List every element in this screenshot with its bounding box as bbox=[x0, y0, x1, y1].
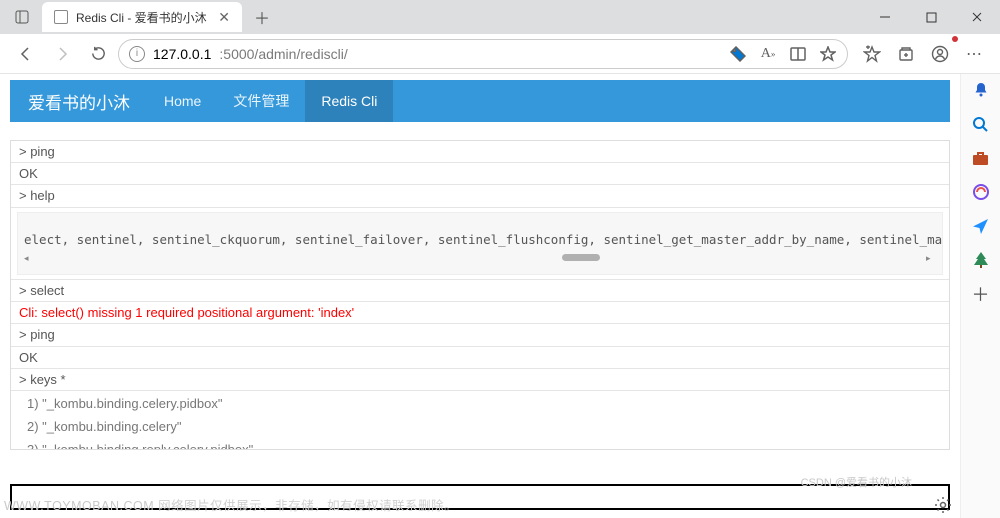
browser-tab[interactable]: Redis Cli - 爱看书的小沐 ✕ bbox=[42, 2, 242, 32]
url-path: :5000/admin/rediscli/ bbox=[219, 46, 347, 62]
hscroll-left-icon[interactable]: ◂ bbox=[24, 254, 34, 262]
sidebar-send-icon[interactable] bbox=[971, 216, 991, 236]
page-viewport: 爱看书的小沐 Home 文件管理 Redis Cli > ping OK > h… bbox=[0, 74, 960, 518]
forward-button[interactable] bbox=[46, 38, 78, 70]
nav-item-home[interactable]: Home bbox=[148, 80, 217, 122]
menu-button[interactable]: ⋯ bbox=[958, 38, 990, 70]
watermark: WWW.TOYMOBAN.COM 网络图片仅供展示，非存储，如有侵权请联系删除。 bbox=[4, 495, 457, 514]
tab-strip: Redis Cli - 爱看书的小沐 ✕ ＋ bbox=[0, 0, 276, 34]
term-line: OK bbox=[11, 162, 949, 184]
watermark-host: WWW.TOYMOBAN.COM bbox=[4, 499, 154, 513]
hscroll-right-icon[interactable]: ▸ bbox=[926, 254, 936, 262]
edge-sidebar: ＋ bbox=[960, 74, 1000, 518]
read-aloud-icon[interactable]: A» bbox=[759, 45, 777, 63]
refresh-button[interactable] bbox=[82, 38, 114, 70]
settings-gear-icon[interactable] bbox=[934, 496, 952, 514]
help-text: elect, sentinel, sentinel_ckquorum, sent… bbox=[24, 231, 936, 249]
minimize-button[interactable] bbox=[862, 0, 908, 34]
reader-mode-icon[interactable] bbox=[789, 45, 807, 63]
address-bar: i 127.0.0.1 :5000/admin/rediscli/ A» ⋯ bbox=[0, 34, 1000, 74]
term-error-line: Cli: select() missing 1 required positio… bbox=[11, 301, 949, 323]
term-line: > help bbox=[11, 184, 949, 206]
favorites-button[interactable] bbox=[856, 38, 888, 70]
watermark-note: 网络图片仅供展示，非存储，如有侵权请联系删除。 bbox=[154, 499, 457, 513]
url-box[interactable]: i 127.0.0.1 :5000/admin/rediscli/ A» bbox=[118, 39, 848, 69]
sidebar-add-icon[interactable]: ＋ bbox=[971, 284, 991, 304]
term-line: OK bbox=[11, 346, 949, 368]
app-navbar: 爱看书的小沐 Home 文件管理 Redis Cli bbox=[10, 80, 950, 122]
help-hscroll[interactable]: ◂ ▸ bbox=[24, 254, 936, 262]
sidebar-tree-icon[interactable] bbox=[971, 250, 991, 270]
tab-title: Redis Cli - 爱看书的小沐 bbox=[76, 9, 210, 26]
sidebar-search-icon[interactable] bbox=[971, 114, 991, 134]
hscroll-thumb[interactable] bbox=[562, 254, 600, 261]
favorite-star-icon[interactable] bbox=[819, 45, 837, 63]
sidebar-bell-icon[interactable] bbox=[971, 80, 991, 100]
window-controls bbox=[862, 0, 1000, 34]
site-info-icon[interactable]: i bbox=[129, 46, 145, 62]
term-line: > keys * bbox=[11, 368, 949, 390]
app-brand[interactable]: 爱看书的小沐 bbox=[10, 89, 148, 114]
term-keys-block: 1) "_kombu.binding.celery.pidbox" 2) "_k… bbox=[11, 390, 949, 450]
close-tab-icon[interactable]: ✕ bbox=[218, 9, 230, 26]
help-output: elect, sentinel, sentinel_ckquorum, sent… bbox=[17, 212, 943, 276]
back-button[interactable] bbox=[10, 38, 42, 70]
page-favicon-icon bbox=[54, 10, 68, 24]
sidebar-briefcase-icon[interactable] bbox=[971, 148, 991, 168]
nav-item-filemanager[interactable]: 文件管理 bbox=[217, 80, 305, 122]
shopping-tag-icon[interactable] bbox=[729, 45, 747, 63]
term-help-block: elect, sentinel, sentinel_ckquorum, sent… bbox=[11, 207, 949, 276]
maximize-button[interactable] bbox=[908, 0, 954, 34]
new-tab-button[interactable]: ＋ bbox=[248, 3, 276, 31]
url-host: 127.0.0.1 bbox=[153, 46, 211, 62]
term-line: > ping bbox=[11, 141, 949, 162]
nav-item-rediscli[interactable]: Redis Cli bbox=[305, 80, 393, 122]
terminal-output[interactable]: > ping OK > help elect, sentinel, sentin… bbox=[10, 140, 950, 450]
keys-line: 1) "_kombu.binding.celery.pidbox" bbox=[19, 393, 941, 416]
collections-button[interactable] bbox=[890, 38, 922, 70]
window-titlebar: Redis Cli - 爱看书的小沐 ✕ ＋ bbox=[0, 0, 1000, 34]
keys-line: 3) "_kombu.binding.reply.celery.pidbox" bbox=[19, 439, 941, 450]
url-right-icons: A» bbox=[729, 45, 837, 63]
close-window-button[interactable] bbox=[954, 0, 1000, 34]
sidebar-copilot-icon[interactable] bbox=[971, 182, 991, 202]
profile-button[interactable] bbox=[924, 38, 956, 70]
term-line: > select bbox=[11, 279, 949, 301]
keys-line: 2) "_kombu.binding.celery" bbox=[19, 416, 941, 439]
tab-actions-button[interactable] bbox=[6, 3, 38, 31]
content-row: 爱看书的小沐 Home 文件管理 Redis Cli > ping OK > h… bbox=[0, 74, 1000, 518]
term-line: > ping bbox=[11, 323, 949, 345]
attribution: CSDN @爱看书的小沐 bbox=[801, 474, 912, 490]
